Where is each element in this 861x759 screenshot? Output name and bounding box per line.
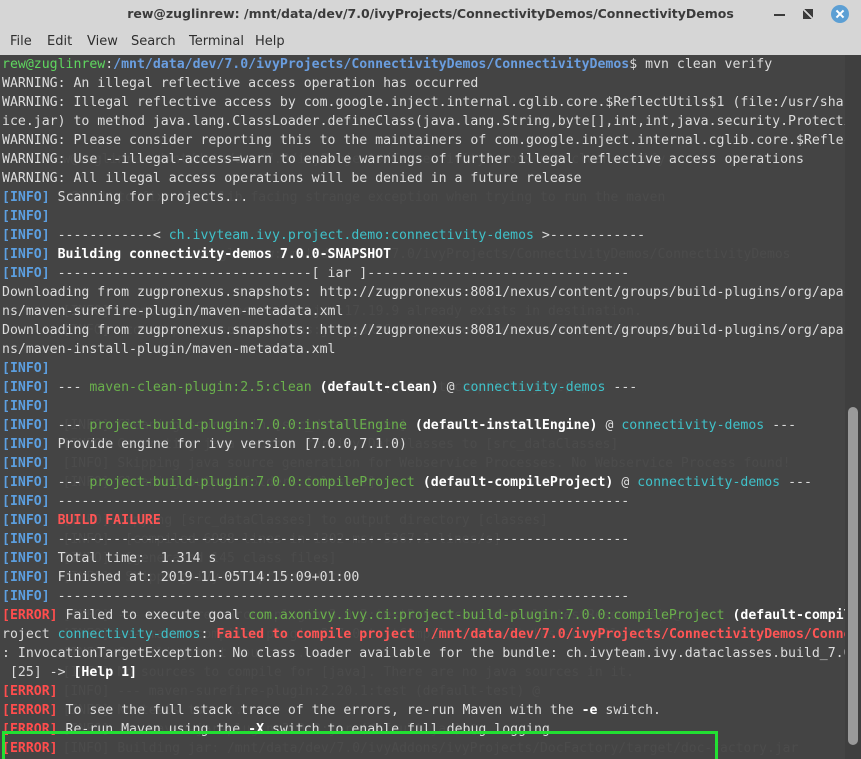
terminal-line: [INFO] --------------------------------[… [2, 266, 630, 281]
window-title: rew@zuglinrew: /mnt/data/dev/7.0/ivyProj… [127, 6, 734, 21]
terminal-lines: rew@zuglinrew:/mnt/data/dev/7.0/ivyProje… [0, 55, 845, 759]
terminal-line: [INFO] --- maven-clean-plugin:2.5:clean … [2, 380, 638, 395]
terminal-line: WARNING: Use --illegal-access=warn to en… [2, 152, 804, 167]
prompt-path: /mnt/data/dev/7.0/ivyProjects/Connectivi… [113, 57, 630, 72]
terminal-line: [ERROR] [2, 741, 58, 756]
shell-prompt-line: rew@zuglinrew:/mnt/data/dev/7.0/ivyProje… [0, 55, 845, 74]
terminal-line: WARNING: All illegal access operations w… [2, 171, 582, 186]
terminal-line: [INFO] Finished at: 2019-11-05T14:15:09+… [2, 570, 360, 585]
terminal-line: Downloading from zugpronexus.snapshots: … [2, 323, 845, 338]
terminal-line: [INFO] --- project-build-plugin:7.0.0:co… [2, 475, 812, 490]
terminal-line: [ERROR] Re-run Maven using the -X switch… [2, 722, 558, 737]
terminal-line: [INFO] [2, 456, 50, 471]
terminal-line: [INFO] [2, 209, 50, 224]
terminal-line: [INFO] ---------------------------------… [2, 532, 630, 547]
prompt-user-host: rew@zuglinrew [2, 57, 106, 72]
menu-item-edit[interactable]: Edit [47, 28, 72, 55]
menu-item-help[interactable]: Help [255, 28, 285, 55]
terminal-line: [INFO] [2, 361, 50, 376]
close-icon [831, 5, 849, 23]
terminal-line: ns/maven-install-plugin/maven-metadata.x… [2, 342, 336, 357]
menu-item-view[interactable]: View [87, 28, 118, 55]
terminal-line: [INFO] BUILD FAILURE [2, 513, 161, 528]
terminal-line: [ERROR] To see the full stack trace of t… [2, 703, 662, 718]
terminal-line: [25] -> [Help 1] [2, 665, 137, 680]
terminal-line: [INFO] [2, 399, 50, 414]
terminal-line: [ERROR] Failed to execute goal com.axoni… [2, 608, 845, 623]
terminal-window: rew@zuglinrew: /mnt/data/dev/7.0/ivyProj… [0, 0, 861, 759]
terminal-line: [INFO] ---------------------------------… [2, 494, 630, 509]
menu-item-file[interactable]: File [10, 28, 32, 55]
menu-item-terminal[interactable]: Terminal [189, 28, 244, 55]
terminal-line: WARNING: Please consider reporting this … [2, 133, 845, 148]
scrollbar-thumb[interactable] [848, 407, 858, 745]
terminal-line: Downloading from zugpronexus.snapshots: … [2, 285, 845, 300]
terminal-line: : InvocationTargetException: No class lo… [2, 646, 845, 661]
menu-item-search[interactable]: Search [131, 28, 176, 55]
menu-bar: File Edit View Search Terminal Help [0, 28, 861, 55]
terminal-line: [INFO] Building connectivity-demos 7.0.0… [2, 247, 392, 262]
terminal-line: [INFO] Total time: 1.314 s [2, 551, 217, 566]
prompt-command: mvn clean verify [637, 57, 773, 72]
terminal-line: WARNING: An illegal reflective access op… [2, 76, 479, 91]
maximize-icon [803, 9, 813, 19]
terminal-line: ns/maven-surefire-plugin/maven-metadata.… [2, 304, 344, 319]
minimize-button[interactable] [771, 5, 789, 23]
terminal-line: ice.jar) to method java.lang.ClassLoader… [2, 114, 845, 129]
terminal-output-area[interactable]: rew@zuglinrew:/mnt/data/dev/7.0/ivyProje… [0, 55, 845, 759]
terminal-line: [ERROR] [2, 684, 58, 699]
terminal-line: WARNING: Illegal reflective access by co… [2, 95, 845, 110]
maximize-button[interactable] [799, 5, 817, 23]
terminal-line: [INFO] ---------------------------------… [2, 589, 630, 604]
terminal-line: [INFO] --- project-build-plugin:7.0.0:in… [2, 418, 797, 433]
minimize-icon [774, 14, 785, 16]
terminal-line: [INFO] Scanning for projects... [2, 190, 249, 205]
prompt-sigil: $ [629, 57, 638, 72]
terminal-line: [INFO] Provide engine for ivy version [7… [2, 437, 407, 452]
prompt-colon: : [105, 57, 114, 72]
terminal-line: roject connectivity-demos: Failed to com… [2, 627, 845, 642]
close-button[interactable] [831, 5, 849, 23]
terminal-line: [INFO] ------------< ch.ivyteam.ivy.proj… [2, 228, 646, 243]
window-titlebar: rew@zuglinrew: /mnt/data/dev/7.0/ivyProj… [0, 0, 861, 29]
vertical-scrollbar[interactable] [845, 55, 861, 759]
